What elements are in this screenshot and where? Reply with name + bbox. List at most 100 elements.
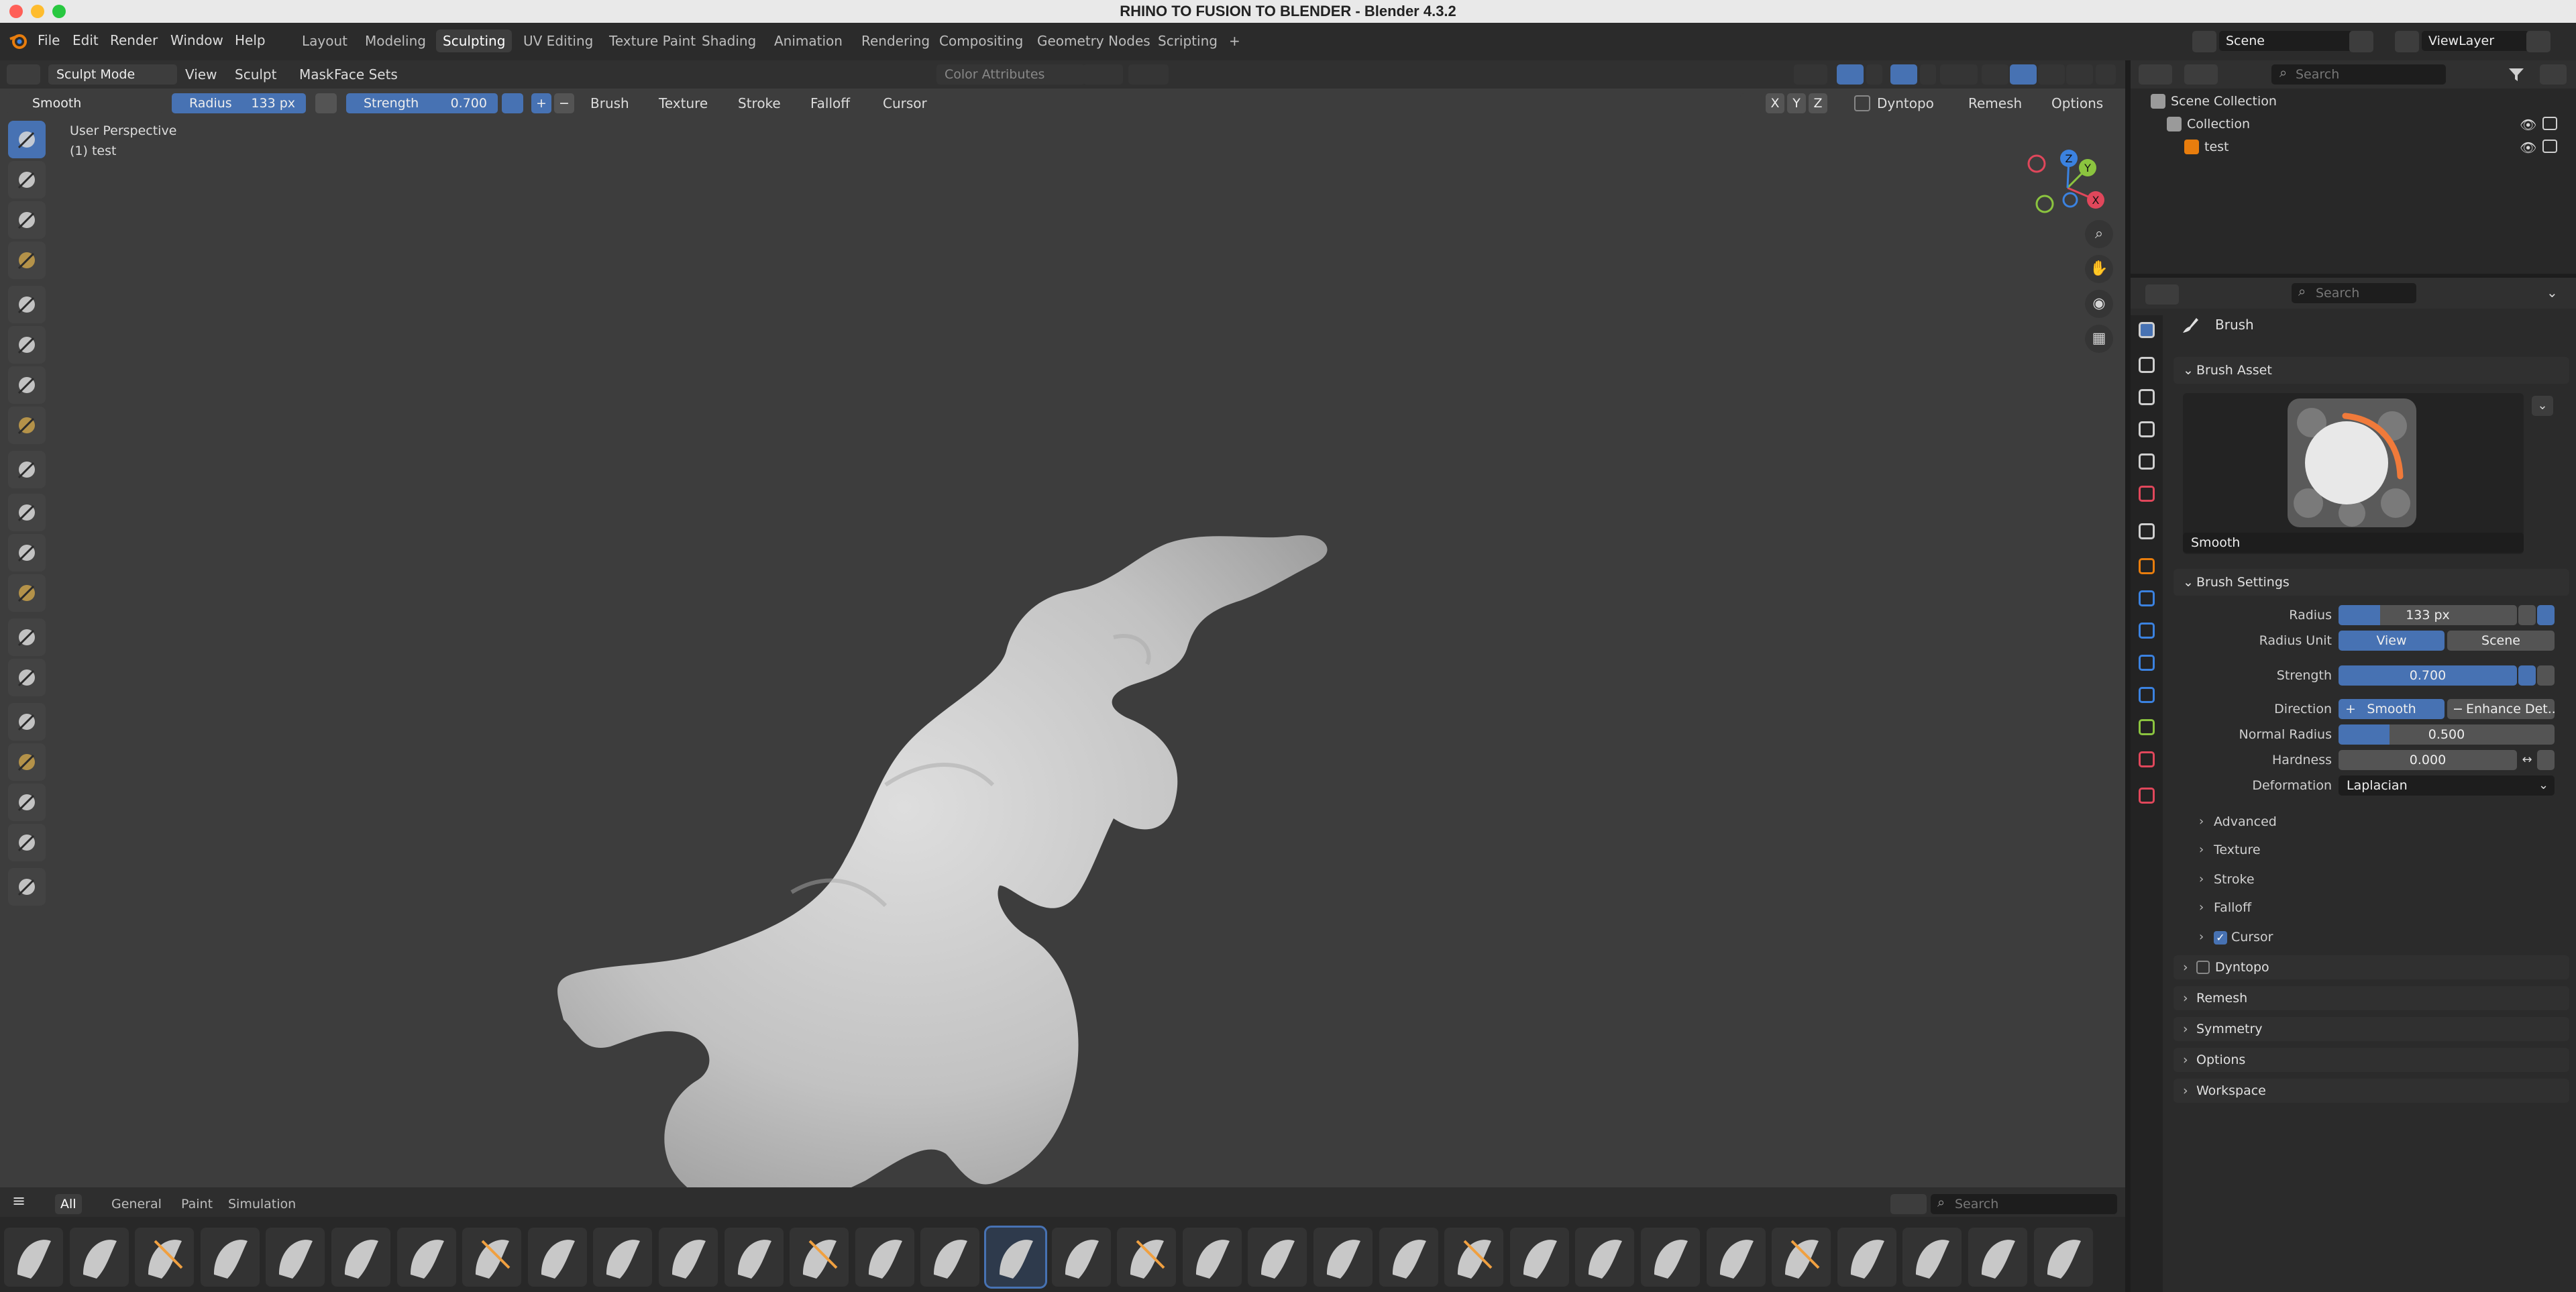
solid-shading-icon[interactable]: [2010, 64, 2037, 85]
panel-dyntopo[interactable]: › Dyntopo: [2174, 955, 2569, 979]
brush-thumbnail[interactable]: [920, 1228, 980, 1287]
camera-icon[interactable]: ◉: [2085, 290, 2113, 318]
strength-pressure-icon[interactable]: [502, 93, 523, 113]
world-tab-icon[interactable]: [2139, 486, 2155, 502]
brush-strength-slider[interactable]: 0.700: [2339, 665, 2517, 686]
outliner-collection-camera-icon[interactable]: [2542, 117, 2557, 130]
brush-thumbnail[interactable]: [593, 1228, 653, 1287]
outliner-collection-eye-icon[interactable]: 👁: [2520, 117, 2536, 133]
mesh-filter-icon[interactable]: [8, 494, 46, 531]
brush-thumbnail[interactable]: [855, 1228, 914, 1287]
gizmo-neg-x[interactable]: [2027, 154, 2046, 173]
hardness-slider[interactable]: 0.000: [2339, 750, 2517, 770]
new-view-layer-icon[interactable]: [2526, 31, 2551, 52]
falloff-dropdown[interactable]: Falloff: [810, 95, 850, 111]
dyntopo-panel-checkbox[interactable]: [2196, 961, 2210, 974]
dyntopo-checkbox[interactable]: [1854, 95, 1870, 111]
panel-options[interactable]: › Options: [2174, 1048, 2569, 1072]
paint-brush-icon[interactable]: [8, 161, 46, 199]
gizmo-neg-z[interactable]: [2062, 192, 2078, 208]
remesh-dropdown[interactable]: Remesh: [1968, 95, 2022, 111]
direction-enhance-button[interactable]: − Enhance Det...: [2447, 699, 2555, 719]
editor-type-icon[interactable]: [7, 64, 40, 85]
transform-icon[interactable]: [8, 824, 46, 861]
strength-lock-icon[interactable]: [2537, 665, 2555, 686]
shelf-search-input[interactable]: Search: [1931, 1194, 2117, 1214]
tab-geometry-nodes[interactable]: Geometry Nodes: [1030, 30, 1157, 52]
zoom-icon[interactable]: ⌕: [2085, 220, 2113, 248]
menu-window[interactable]: Window: [170, 32, 223, 48]
brush-thumbnail[interactable]: [331, 1228, 390, 1287]
direction-smooth-button[interactable]: + Smooth: [2339, 699, 2445, 719]
grid-view-icon[interactable]: ▦: [2085, 325, 2113, 353]
move-icon[interactable]: [8, 703, 46, 741]
brush-thumbnail[interactable]: [1182, 1228, 1242, 1287]
brush-thumbnail[interactable]: [1444, 1228, 1504, 1287]
properties-editor-type-icon[interactable]: [2145, 284, 2179, 305]
shelf-tab-simulation[interactable]: Simulation: [223, 1194, 301, 1214]
strength-slider[interactable]: Strength 0.700: [346, 93, 498, 113]
normal-radius-slider[interactable]: 0.500: [2339, 724, 2555, 745]
tool-tab-icon[interactable]: [2139, 322, 2155, 338]
menu-edit[interactable]: Edit: [72, 32, 99, 48]
overlay-toggle-icon[interactable]: [1890, 64, 1917, 85]
brush-radius-slider[interactable]: 133 px: [2339, 605, 2517, 625]
tab-texture-paint[interactable]: Texture Paint: [602, 30, 702, 52]
tab-scripting[interactable]: Scripting: [1151, 30, 1224, 52]
new-collection-icon[interactable]: [2540, 64, 2567, 85]
brush-thumbnail[interactable]: [1968, 1228, 2027, 1287]
box-trim-icon[interactable]: [8, 407, 46, 444]
physics-tab-icon[interactable]: [2139, 655, 2155, 671]
symmetry-y-toggle[interactable]: Y: [1787, 93, 1806, 113]
panel-symmetry[interactable]: › Symmetry: [2174, 1017, 2569, 1041]
radius-pressure-icon[interactable]: [315, 93, 337, 113]
visibility-icon[interactable]: [1794, 64, 1827, 85]
shelf-tab-all[interactable]: All: [55, 1194, 82, 1214]
panel-workspace[interactable]: › Workspace: [2174, 1079, 2569, 1103]
direction-subtract-button[interactable]: −: [554, 93, 574, 113]
thumbnail-size-icon[interactable]: [1890, 1194, 1927, 1214]
tab-shading[interactable]: Shading: [695, 30, 763, 52]
brush-thumbnail[interactable]: [1772, 1228, 1831, 1287]
menu-view[interactable]: View: [185, 66, 217, 83]
properties-search-input[interactable]: Search: [2292, 283, 2416, 303]
outliner-scene-collection[interactable]: Scene Collection: [2131, 91, 2576, 113]
options-dropdown[interactable]: Options: [2051, 95, 2103, 111]
constraints-tab-icon[interactable]: [2139, 687, 2155, 703]
overlay-dropdown[interactable]: [1920, 64, 1936, 85]
brush-thumbnail[interactable]: [2033, 1228, 2093, 1287]
dyntopo-dropdown[interactable]: Dyntopo: [1877, 95, 1934, 111]
mask-brush-icon[interactable]: [8, 201, 46, 239]
material-tab-icon[interactable]: [2139, 751, 2155, 767]
scene-selector-icon[interactable]: [2192, 31, 2216, 52]
tab-modeling[interactable]: Modeling: [358, 30, 433, 52]
outliner-object-test-eye-icon[interactable]: 👁: [2520, 140, 2536, 156]
symmetry-x-toggle[interactable]: X: [1766, 93, 1784, 113]
stroke-dropdown[interactable]: Stroke: [738, 95, 781, 111]
brush-thumbnail[interactable]: [659, 1228, 718, 1287]
line-project-icon[interactable]: [8, 451, 46, 488]
brush-settings-panel[interactable]: ⌄ Brush Settings: [2174, 569, 2569, 596]
sculpt-color-dropdown[interactable]: [1128, 64, 1169, 85]
shelf-tab-paint[interactable]: Paint: [176, 1194, 218, 1214]
menu-face-sets[interactable]: Face Sets: [334, 66, 398, 83]
brush-thumbnail[interactable]: [1706, 1228, 1766, 1287]
outliner-search-input[interactable]: Search: [2271, 64, 2446, 85]
brush-thumbnail[interactable]: [984, 1226, 1047, 1289]
tab-rendering[interactable]: Rendering: [855, 30, 936, 52]
brush-thumbnail[interactable]: [396, 1228, 456, 1287]
direction-add-button[interactable]: +: [531, 93, 551, 113]
color-filter-icon[interactable]: [8, 574, 46, 612]
tab-sculpting[interactable]: Sculpting: [436, 30, 513, 52]
blender-logo-icon[interactable]: [8, 31, 28, 51]
sculpt-mesh[interactable]: [510, 409, 1436, 1187]
view-layer-icon[interactable]: [2395, 31, 2419, 52]
menu-file[interactable]: File: [38, 32, 60, 48]
strength-pressure-icon[interactable]: [2518, 665, 2536, 686]
subpanel-cursor[interactable]: › ✓ Cursor: [2194, 928, 2556, 950]
tab-animation[interactable]: Animation: [767, 30, 849, 52]
radius-unit-view-button[interactable]: View: [2339, 631, 2445, 651]
3d-viewport[interactable]: Sculpt Mode Color Attributes View Sculpt M…: [0, 60, 2125, 1187]
annotate-icon[interactable]: [8, 868, 46, 906]
pan-hand-icon[interactable]: ✋: [2085, 255, 2113, 283]
